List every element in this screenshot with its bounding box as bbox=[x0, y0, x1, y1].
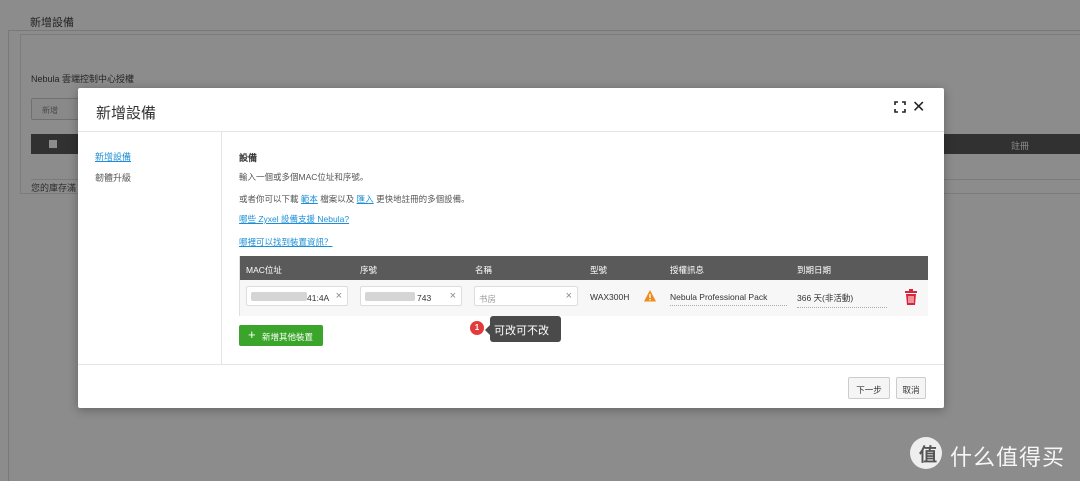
clear-icon[interactable]: × bbox=[450, 290, 456, 302]
modal-body: 設備 輸入一個或多個MAC位址和序號。 或者你可以下載 範本 檔案以及 匯入 更… bbox=[223, 132, 944, 364]
annotation-badge: 1 bbox=[470, 321, 484, 335]
mac-value: 41:4A bbox=[307, 293, 330, 303]
model-value: WAX300H bbox=[590, 292, 630, 302]
serial-value: 743 bbox=[417, 293, 432, 303]
annotation-tooltip: 可改可不改 bbox=[490, 316, 561, 342]
nav-item-add-device[interactable]: 新增設備 bbox=[95, 150, 131, 163]
watermark-logo-icon: 值 bbox=[910, 437, 942, 469]
plus-icon: + bbox=[248, 327, 256, 342]
cancel-button[interactable]: 取消 bbox=[896, 377, 926, 399]
table-row: 41:4A × 743 × 书房 × WAX300H Nebula Profes… bbox=[240, 280, 928, 316]
license-value: Nebula Professional Pack bbox=[670, 292, 787, 306]
table-header: MAC位址 序號 名稱 型號 授權訊息 到期日期 bbox=[240, 256, 928, 280]
add-device-button[interactable]: + 新增其他裝置 bbox=[239, 325, 323, 346]
expiry-value: 366 天(非活動) bbox=[797, 292, 887, 308]
instruction-text-2: 或者你可以下載 範本 檔案以及 匯入 更快地註冊的多個設備。 bbox=[239, 193, 470, 205]
name-input[interactable]: 书房 × bbox=[474, 286, 578, 306]
device-table: MAC位址 序號 名稱 型號 授權訊息 到期日期 41:4A × 743 × 书… bbox=[239, 256, 928, 316]
instruction-prefix: 或者你可以下載 bbox=[239, 194, 299, 204]
redacted-mask bbox=[365, 292, 415, 301]
column-expiry: 到期日期 bbox=[797, 265, 832, 275]
instruction-text: 輸入一個或多個MAC位址和序號。 bbox=[239, 172, 369, 182]
modal-footer: 下一步 取消 bbox=[78, 364, 944, 408]
import-link[interactable]: 匯入 bbox=[357, 194, 374, 204]
device-info-link[interactable]: 哪裡可以找到裝置資訊？ bbox=[239, 236, 333, 248]
modal-sidebar: 新增設備 韌體升級 bbox=[78, 132, 222, 364]
redacted-mask bbox=[251, 292, 307, 301]
watermark-logo-glyph: 值 bbox=[919, 445, 937, 465]
instruction-mid: 檔案以及 bbox=[320, 194, 355, 204]
close-icon[interactable]: ✕ bbox=[912, 97, 925, 117]
column-model: 型號 bbox=[590, 265, 608, 275]
modal-title: 新增設備 bbox=[96, 105, 157, 122]
expand-icon[interactable] bbox=[894, 101, 906, 113]
column-name: 名稱 bbox=[475, 265, 493, 275]
mac-input[interactable]: 41:4A × bbox=[246, 286, 348, 306]
column-mac: MAC位址 bbox=[246, 265, 282, 275]
instruction-suffix: 更快地註冊的多個設備。 bbox=[376, 194, 470, 204]
clear-icon[interactable]: × bbox=[336, 290, 342, 302]
column-license: 授權訊息 bbox=[670, 265, 705, 275]
add-device-modal: 新增設備 ✕ 新增設備 韌體升級 設備 輸入一個或多個MAC位址和序號。 或者你… bbox=[78, 88, 944, 408]
nav-item-firmware-upgrade[interactable]: 韌體升級 bbox=[95, 171, 131, 184]
add-device-label: 新增其他裝置 bbox=[262, 332, 314, 342]
warning-icon[interactable] bbox=[643, 289, 657, 303]
modal-header: 新增設備 ✕ bbox=[78, 88, 944, 132]
next-button[interactable]: 下一步 bbox=[848, 377, 890, 399]
template-link[interactable]: 範本 bbox=[301, 194, 318, 204]
watermark-text: 什么值得买 bbox=[950, 445, 1066, 470]
section-heading: 設備 bbox=[239, 153, 258, 163]
name-placeholder: 书房 bbox=[479, 294, 497, 304]
column-serial: 序號 bbox=[360, 265, 378, 275]
supported-devices-link[interactable]: 哪些 Zyxel 設備支援 Nebula? bbox=[239, 213, 349, 225]
serial-input[interactable]: 743 × bbox=[360, 286, 462, 306]
trash-icon[interactable] bbox=[904, 289, 918, 306]
clear-icon[interactable]: × bbox=[566, 290, 572, 302]
